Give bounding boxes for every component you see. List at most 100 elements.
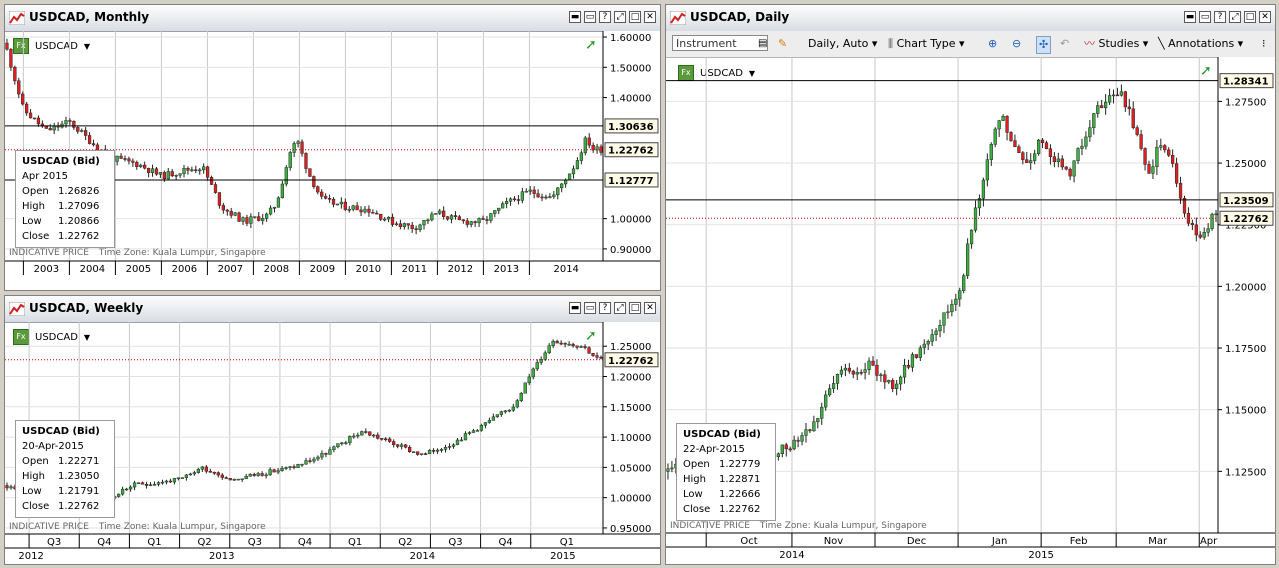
annotations-dropdown[interactable]: ╲ Annotations ▾ xyxy=(1158,36,1243,52)
info-date: 22-Apr-2015 xyxy=(683,444,745,455)
candle xyxy=(493,210,497,214)
candle xyxy=(371,212,375,214)
candle xyxy=(284,167,288,185)
candle xyxy=(445,216,450,220)
zoom-in-icon[interactable]: ⊕ xyxy=(988,36,997,52)
candle xyxy=(495,414,499,418)
restore-button[interactable]: ▭ xyxy=(1199,11,1211,23)
candle xyxy=(1017,146,1021,153)
price-axis-bg xyxy=(1218,57,1275,533)
undo-icon[interactable]: ↶ xyxy=(1060,36,1069,52)
close-button[interactable]: ✕ xyxy=(644,11,656,23)
help-button[interactable]: ? xyxy=(599,11,611,23)
timezone-label: Time Zone: Kuala Lumpur, Singapore xyxy=(98,248,266,258)
candle xyxy=(363,208,367,213)
candle xyxy=(922,343,926,349)
restore-button[interactable]: ▭ xyxy=(584,302,596,314)
highlight-icon[interactable]: ✎ xyxy=(778,36,787,52)
maximize-button[interactable]: □ xyxy=(629,11,641,23)
y-tick-label: 1.27500 xyxy=(1225,97,1266,108)
instrument-input[interactable]: Instrument xyxy=(672,35,768,51)
candle xyxy=(394,223,399,226)
indicative-price: INDICATIVE PRICE xyxy=(670,521,750,531)
maximize-button[interactable]: □ xyxy=(1244,11,1256,23)
candle xyxy=(1040,139,1045,143)
candle xyxy=(213,184,218,193)
crosshair-icon[interactable]: ✣ xyxy=(1036,36,1052,54)
daily-indicative: INDICATIVE PRICE Time Zone: Kuala Lumpur,… xyxy=(670,521,927,531)
info-low-label: Low xyxy=(683,489,703,500)
detach-icon[interactable]: ⤢ xyxy=(1229,11,1241,23)
info-high: 1.23050 xyxy=(58,471,100,482)
scroll-icon[interactable]: ⁝ xyxy=(1262,36,1266,52)
candle xyxy=(384,438,388,441)
candle xyxy=(132,482,137,488)
minimize-button[interactable]: ▬ xyxy=(569,11,581,23)
candle xyxy=(1190,223,1195,226)
candle xyxy=(788,448,792,451)
candle xyxy=(372,434,376,437)
info-low: 1.22666 xyxy=(719,489,761,500)
x-tick-label: Q2 xyxy=(398,537,412,548)
candle xyxy=(174,174,178,177)
candle xyxy=(343,201,347,210)
candle xyxy=(168,480,173,483)
candle xyxy=(128,486,133,490)
weekly-title-bar[interactable]: USDCAD, Weekly ▬ ▭ ? ⤢ □ ✕ xyxy=(5,296,660,323)
daily-title-bar[interactable]: USDCAD, Daily ▬ ▭ ? ⤢ □ ✕ xyxy=(666,5,1275,32)
x-tick-label: Mar xyxy=(1148,536,1168,547)
candle xyxy=(930,334,934,342)
info-close: 1.22762 xyxy=(719,504,761,515)
candle xyxy=(946,311,950,314)
candle xyxy=(985,159,989,181)
chart-type-dropdown[interactable]: ⫼ Chart Type ▾ xyxy=(888,36,965,52)
candle xyxy=(331,198,336,205)
detach-icon[interactable]: ⤢ xyxy=(614,11,626,23)
period-dropdown[interactable]: Daily, Auto ▾ xyxy=(808,36,877,52)
weekly-title: USDCAD, Weekly xyxy=(29,301,144,315)
candle xyxy=(816,418,820,423)
candle xyxy=(1096,105,1100,114)
minimize-button[interactable]: ▬ xyxy=(569,302,581,314)
info-close-label: Close xyxy=(22,501,50,512)
y-tick-label: 1.50000 xyxy=(610,63,651,74)
minimize-button[interactable]: ▬ xyxy=(1184,11,1196,23)
monthly-title-bar[interactable]: USDCAD, Monthly ▬ ▭ ? ⤢ □ ✕ xyxy=(5,5,660,32)
restore-button[interactable]: ▭ xyxy=(584,11,596,23)
candle xyxy=(148,484,153,486)
instrument-lookup-icon[interactable]: ▤ xyxy=(758,36,767,52)
candle xyxy=(229,210,233,216)
candle xyxy=(969,229,974,245)
candle xyxy=(426,219,430,222)
candle xyxy=(552,194,556,197)
candle xyxy=(567,173,572,181)
help-button[interactable]: ? xyxy=(1214,11,1226,23)
close-button[interactable]: ✕ xyxy=(644,302,656,314)
candle xyxy=(52,125,56,131)
candle xyxy=(216,472,220,476)
candle xyxy=(430,213,434,221)
help-button[interactable]: ? xyxy=(599,302,611,314)
close-button[interactable]: ✕ xyxy=(1259,11,1271,23)
zoom-out-icon[interactable]: ⊖ xyxy=(1012,36,1021,52)
candle xyxy=(217,192,222,206)
maximize-button[interactable]: □ xyxy=(629,302,641,314)
candle xyxy=(571,168,576,175)
candle xyxy=(340,442,344,445)
candle xyxy=(536,193,540,198)
candle xyxy=(347,209,351,211)
candle xyxy=(523,382,527,394)
candle xyxy=(835,373,840,384)
candle xyxy=(859,372,863,374)
x-tick-label: Q4 xyxy=(298,537,312,548)
candle xyxy=(184,474,189,478)
candle xyxy=(288,466,292,468)
candle xyxy=(248,474,252,477)
detach-icon[interactable]: ⤢ xyxy=(614,302,626,314)
studies-dropdown[interactable]: 〰 Studies ▾ xyxy=(1084,36,1148,52)
candle xyxy=(386,216,391,220)
candle xyxy=(256,473,260,476)
candle xyxy=(1029,160,1033,163)
candle xyxy=(1064,166,1068,170)
candle xyxy=(237,212,241,222)
